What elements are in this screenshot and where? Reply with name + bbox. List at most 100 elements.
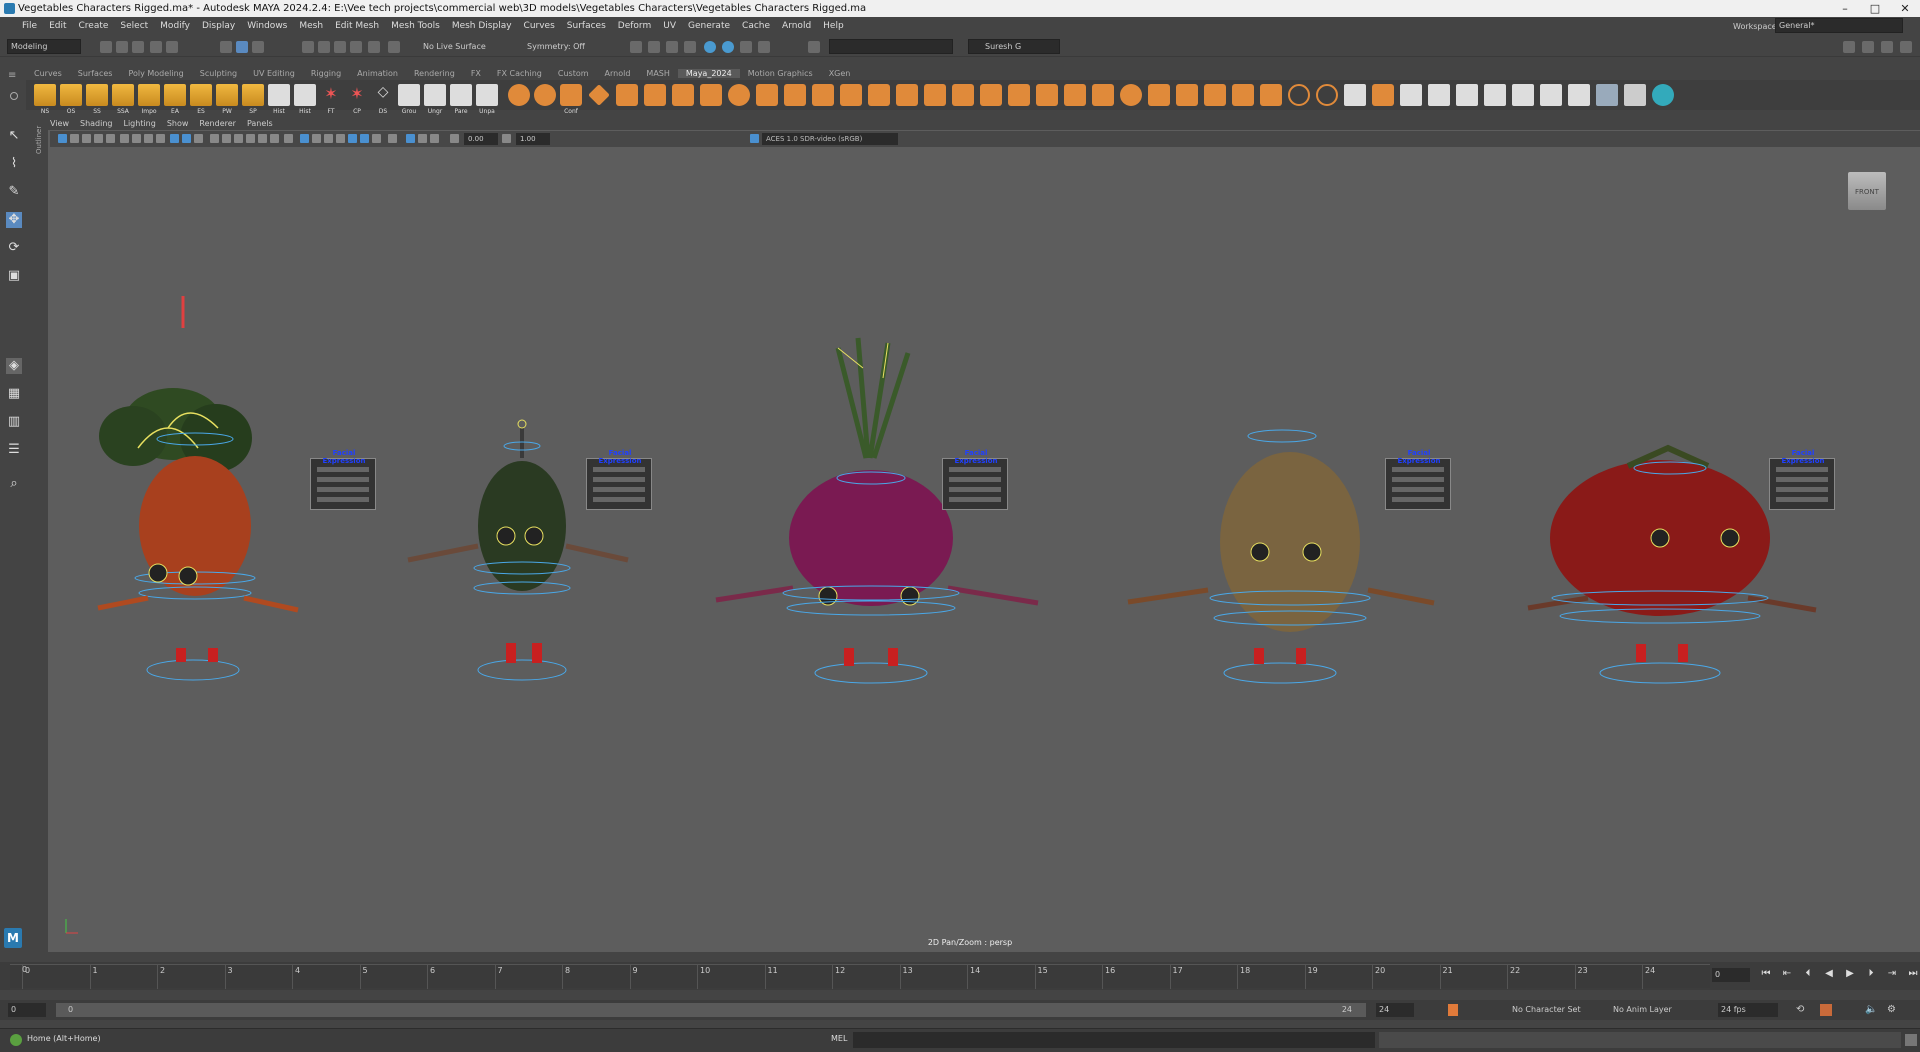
modeling-toolkit-icon[interactable]: [1900, 41, 1912, 53]
select-object-icon[interactable]: [236, 41, 248, 53]
boolean-icon[interactable]: [644, 84, 666, 106]
use-default-material-icon[interactable]: [324, 134, 333, 143]
auto-key-icon[interactable]: [1448, 1004, 1458, 1016]
user-account-dropdown[interactable]: Suresh G: [968, 39, 1060, 54]
menu-uv[interactable]: UV: [663, 21, 676, 31]
menu-mesh[interactable]: Mesh: [299, 21, 323, 31]
uv-unfold-icon[interactable]: [1372, 84, 1394, 106]
ipr-render-icon[interactable]: [666, 41, 678, 53]
spin-edge-icon[interactable]: [1316, 84, 1338, 106]
exposure-dial-icon[interactable]: [450, 134, 459, 143]
shelf-tab-surfaces[interactable]: Surfaces: [70, 69, 121, 78]
save-scene-icon[interactable]: [132, 41, 144, 53]
shaded-wireframe-icon[interactable]: [312, 134, 321, 143]
ao-icon[interactable]: [1568, 84, 1590, 106]
uv-layout-icon[interactable]: [1344, 84, 1366, 106]
step-back-key-icon[interactable]: ⇤: [1781, 968, 1793, 980]
facial-expression-panel[interactable]: Facial Expression: [586, 449, 652, 510]
cylinder-icon[interactable]: [896, 84, 918, 106]
facial-expression-panel[interactable]: Facial Expression: [310, 449, 376, 510]
facial-expression-panel[interactable]: Facial Expression: [1769, 449, 1835, 510]
motion-blur-icon[interactable]: [270, 134, 279, 143]
uv-editor-icon[interactable]: [1512, 84, 1534, 106]
shelf-tab-custom[interactable]: Custom: [550, 69, 597, 78]
step-back-frame-icon[interactable]: ⏴: [1802, 968, 1814, 980]
shelf-folder-icon[interactable]: ES: [190, 84, 212, 115]
paint-select-icon[interactable]: ✎: [6, 184, 22, 200]
screen-space-icon[interactable]: [360, 134, 369, 143]
menu-curves[interactable]: Curves: [524, 21, 555, 31]
persp-graph-layout-icon[interactable]: ▥: [6, 414, 22, 430]
duplicate-special-icon[interactable]: ◇ DS: [372, 84, 394, 115]
arnold-ipr-icon[interactable]: [722, 41, 734, 53]
pause-icon[interactable]: [758, 41, 770, 53]
depth-of-field-icon[interactable]: [336, 134, 345, 143]
shelf-tab-fx-caching[interactable]: FX Caching: [489, 69, 550, 78]
shelf-tab-uv-editing[interactable]: UV Editing: [245, 69, 303, 78]
outliner-strip[interactable]: Outliner: [35, 122, 47, 952]
script-editor-icon[interactable]: [1905, 1034, 1917, 1046]
mirror-icon[interactable]: [784, 84, 806, 106]
gamma-input[interactable]: 1.00: [516, 133, 550, 145]
command-line-input[interactable]: [853, 1032, 1375, 1048]
shelf-folder-icon[interactable]: PW: [216, 84, 238, 115]
bridge-icon[interactable]: [534, 84, 556, 106]
quadrangulate-icon[interactable]: [980, 84, 1002, 106]
shelf-tab-curves[interactable]: Curves: [26, 69, 70, 78]
select-camera-icon[interactable]: [58, 134, 67, 143]
lasso-tool-icon[interactable]: ⌇: [6, 156, 22, 172]
hypershade-icon[interactable]: [740, 41, 752, 53]
shelf-folder-icon[interactable]: SSA: [112, 84, 134, 115]
triangulate-icon[interactable]: [952, 84, 974, 106]
ungroup-icon[interactable]: Ungr: [424, 84, 446, 115]
snap-point-icon[interactable]: [334, 41, 346, 53]
group-icon[interactable]: Grou: [398, 84, 420, 115]
menu-windows[interactable]: Windows: [247, 21, 287, 31]
current-frame-input[interactable]: 0: [1712, 968, 1750, 982]
step-forward-key-icon[interactable]: ⇥: [1886, 968, 1898, 980]
extrude-icon[interactable]: [616, 84, 638, 106]
shelf-tab-rendering[interactable]: Rendering: [406, 69, 463, 78]
smooth-shade-icon[interactable]: [210, 134, 219, 143]
menu-create[interactable]: Create: [79, 21, 109, 31]
shelf-folder-icon[interactable]: EA: [164, 84, 186, 115]
uv-sew-icon[interactable]: [1428, 84, 1450, 106]
menu-cache[interactable]: Cache: [742, 21, 770, 31]
rotate-tool-icon[interactable]: ⟳: [6, 240, 22, 256]
snap-grid-icon[interactable]: [302, 41, 314, 53]
toggle-panel-icon[interactable]: [808, 41, 820, 53]
texture-placement-icon[interactable]: [418, 134, 427, 143]
script-type-toggle[interactable]: MEL: [831, 1034, 847, 1043]
render-settings-icon[interactable]: [684, 41, 696, 53]
history-icon[interactable]: Hist: [294, 84, 316, 115]
four-view-layout-icon[interactable]: ▦: [6, 386, 22, 402]
wedge-icon[interactable]: [1204, 84, 1226, 106]
menu-generate[interactable]: Generate: [688, 21, 730, 31]
attribute-editor-icon[interactable]: [1843, 41, 1855, 53]
minimize-button[interactable]: –: [1830, 0, 1860, 17]
field-chart-icon[interactable]: [156, 134, 165, 143]
cache-playback-icon[interactable]: [1820, 1004, 1832, 1016]
menu-help[interactable]: Help: [823, 21, 844, 31]
multi-cut-icon[interactable]: [1092, 84, 1114, 106]
shelf-tab-sculpting[interactable]: Sculpting: [192, 69, 245, 78]
center-pivot-icon[interactable]: ✶ CP: [346, 84, 368, 115]
play-backwards-icon[interactable]: ◀: [1823, 968, 1835, 980]
resolution-gate-icon[interactable]: [132, 134, 141, 143]
anti-aliasing-icon[interactable]: [284, 134, 293, 143]
symmetry-dropdown[interactable]: Symmetry: Off: [527, 39, 585, 54]
range-slider[interactable]: 0 24: [56, 1003, 1366, 1017]
shelf-menu-icon[interactable]: ≡: [8, 70, 18, 81]
select-tool-icon[interactable]: ↖: [6, 128, 22, 144]
time-slider[interactable]: 0 1 2 3 4 5 6 7 8 9 10 11 12 13 14 15 16 17 18 19 20 21 22 23 24: [10, 964, 1710, 989]
facial-expression-panel[interactable]: Facial Expression: [942, 449, 1008, 510]
sound-icon[interactable]: 🔈: [1865, 1004, 1877, 1016]
unparent-icon[interactable]: Unpa: [476, 84, 498, 115]
shadows-icon[interactable]: [246, 134, 255, 143]
circularize-icon[interactable]: [1288, 84, 1310, 106]
menu-file[interactable]: File: [22, 21, 37, 31]
shelf-tab-poly-modeling[interactable]: Poly Modeling: [120, 69, 191, 78]
textured-icon[interactable]: [222, 134, 231, 143]
uv-automatic-icon[interactable]: [1484, 84, 1506, 106]
constraint-icon[interactable]: Conf: [560, 84, 582, 115]
